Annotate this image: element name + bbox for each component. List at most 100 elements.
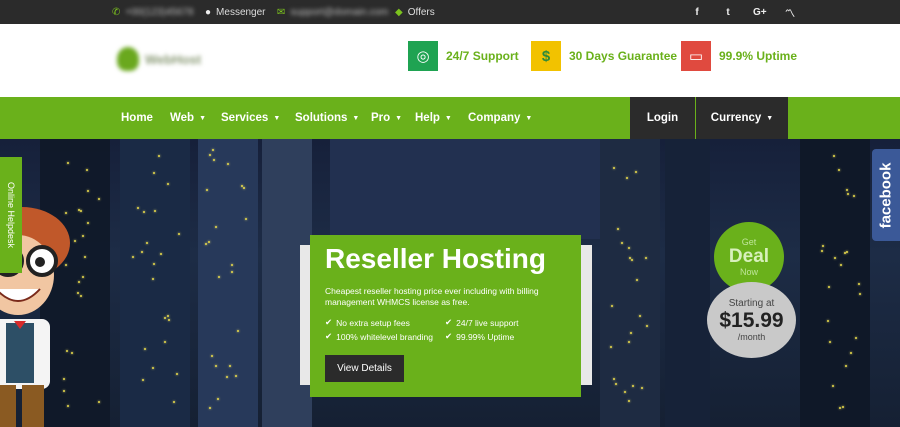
nav-home-label: Home (121, 112, 153, 124)
nav-pro[interactable]: Pro ▼ (371, 97, 402, 139)
messenger-link[interactable]: ● Messenger (205, 0, 266, 24)
price-amount: $15.99 (719, 309, 784, 332)
nav-services-label: Services (221, 112, 269, 124)
rack-light (86, 222, 89, 224)
price-period: /month (737, 332, 766, 342)
rack-light (151, 277, 154, 280)
check-icon: ✔ (325, 331, 333, 341)
rack-light (614, 382, 617, 385)
price-badge: Starting at $15.99 /month (707, 282, 796, 358)
rack-light (212, 158, 215, 161)
facebook-tab[interactable]: facebook (872, 149, 900, 241)
server-rack-bg (330, 139, 600, 239)
nav-company[interactable]: Company ▼ (468, 97, 532, 139)
promo-feature-label: No extra setup fees (336, 317, 410, 328)
browser-icon: ▭ (681, 41, 711, 71)
facebook-icon[interactable]: f (691, 7, 703, 18)
server-rack-bg (198, 139, 258, 427)
check-icon: ✔ (445, 317, 453, 327)
logo-mark (117, 47, 139, 71)
chat-icon: ● (205, 6, 212, 18)
promo-feature-label: 99.99% Uptime (456, 331, 515, 342)
promo-feature-label: 24/7 live support (456, 317, 519, 328)
rack-light (225, 375, 228, 378)
email-contact[interactable]: ✉ support@domain.com (277, 0, 388, 24)
lifebuoy-icon: ◎ (408, 41, 438, 71)
rack-light (242, 186, 245, 189)
feature-uptime: ▭ 99.9% Uptime (681, 41, 797, 71)
rack-light (141, 378, 144, 381)
rack-light (638, 315, 641, 318)
rack-light (832, 154, 835, 157)
currency-dropdown[interactable]: Currency ▼ (696, 97, 788, 139)
caret-down-icon: ▼ (352, 114, 360, 122)
server-rack-bg (665, 139, 710, 427)
deal-line-3: Now (739, 267, 758, 277)
rack-light (623, 390, 626, 393)
rack-light (822, 244, 825, 247)
site-logo[interactable]: WebHost (117, 47, 201, 71)
rack-light (172, 400, 175, 403)
rack-light (631, 384, 634, 387)
rack-light (837, 168, 840, 171)
twitter-icon[interactable]: t (722, 7, 734, 18)
rack-light (143, 210, 146, 213)
rack-light (167, 318, 170, 321)
rack-light (843, 251, 846, 254)
rack-light (81, 234, 84, 237)
check-icon: ✔ (445, 331, 453, 341)
online-helpdesk-tab[interactable]: Online Helpdesk (0, 157, 22, 273)
phone-number: +00(123)45678 (125, 6, 194, 18)
rack-light (83, 255, 86, 258)
promo-feature: ✔ 24/7 live support (445, 317, 565, 328)
rack-light (79, 294, 82, 297)
rack-light (838, 406, 841, 409)
rack-light (217, 275, 220, 278)
promo-feature: ✔ No extra setup fees (325, 317, 445, 328)
rack-light (847, 192, 850, 195)
promo-features: ✔ No extra setup fees ✔ 24/7 live support … (325, 317, 566, 342)
nav-services[interactable]: Services ▼ (221, 97, 280, 139)
logo-text: WebHost (145, 51, 202, 67)
rss-icon[interactable]: 〽 (784, 5, 796, 20)
nav-web-label: Web (170, 112, 195, 124)
promo-feature-label: 100% whitelevel branding (336, 331, 433, 342)
currency-label: Currency (710, 112, 762, 124)
promo-description: Cheapest reseller hosting price ever inc… (325, 286, 539, 307)
rack-light (151, 366, 154, 369)
login-button[interactable]: Login (630, 97, 695, 139)
nav-web[interactable]: Web ▼ (170, 97, 206, 139)
phone-contact[interactable]: ✆ +00(123)45678 (112, 0, 194, 24)
rack-light (209, 406, 212, 409)
money-icon: $ (531, 41, 561, 71)
server-rack-bg (120, 139, 190, 427)
nav-solutions[interactable]: Solutions ▼ (295, 97, 359, 139)
view-details-button[interactable]: View Details (325, 355, 404, 382)
rack-light (152, 263, 155, 266)
price-label: Starting at (728, 298, 775, 309)
deal-line-2: Deal (728, 246, 770, 267)
rack-light (234, 375, 237, 378)
online-helpdesk-label: Online Helpdesk (6, 181, 17, 249)
rack-light (76, 292, 79, 295)
nav-help-label: Help (415, 112, 440, 124)
caret-down-icon: ▼ (444, 114, 452, 122)
nav-company-label: Company (468, 112, 521, 124)
rack-light (631, 258, 634, 261)
rack-light (627, 247, 630, 250)
rack-light (217, 397, 219, 400)
offers-link[interactable]: ◆ Offers (395, 0, 435, 24)
phone-icon: ✆ (112, 6, 121, 18)
feature-guarantee-label: 30 Days Guarantee (569, 49, 678, 63)
nav-help[interactable]: Help ▼ (415, 97, 452, 139)
google-plus-icon[interactable]: G+ (753, 7, 767, 18)
nav-solutions-label: Solutions (295, 112, 348, 124)
rack-light (227, 162, 230, 165)
nav-home[interactable]: Home (121, 97, 153, 139)
rack-light (846, 250, 849, 253)
rack-light (86, 190, 89, 193)
promo-title: Reseller Hosting (325, 243, 546, 274)
social-links: f t G+ 〽 (691, 0, 796, 24)
check-icon: ✔ (325, 317, 333, 327)
caret-down-icon: ▼ (273, 114, 281, 122)
